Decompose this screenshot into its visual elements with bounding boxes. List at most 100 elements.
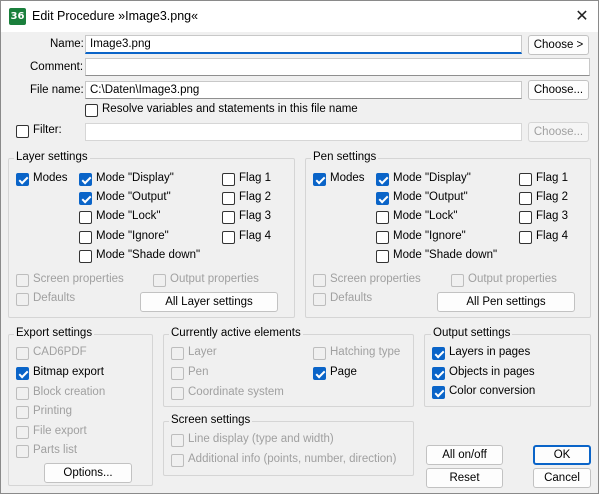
checkbox-box: [171, 387, 184, 400]
close-icon[interactable]: ✕: [571, 5, 593, 27]
checkbox-box: [79, 192, 92, 205]
output-settings-title: Output settings: [431, 327, 513, 339]
checkbox-label: Layer: [188, 346, 217, 358]
checkbox-box: [79, 173, 92, 186]
checkbox-label: Flag 1: [536, 172, 568, 184]
checkbox-box: [16, 445, 29, 458]
title-bar: 36 Edit Procedure »Image3.png« ✕: [1, 1, 598, 32]
checkbox-label: Flag 4: [239, 230, 271, 242]
checkbox-label: Line display (type and width): [188, 433, 334, 445]
checkbox-box: [171, 434, 184, 447]
checkbox-box: [16, 347, 29, 360]
checkbox-label: Additional info (points, number, directi…: [188, 453, 397, 465]
checkbox-box: [79, 250, 92, 263]
all-layer-settings-button[interactable]: All Layer settings: [140, 292, 278, 312]
checkbox-label: Mode "Display": [96, 172, 174, 184]
checkbox-label: Mode "Shade down": [393, 249, 498, 261]
checkbox-box: [313, 347, 326, 360]
checkbox-box: [153, 274, 166, 287]
checkbox-box: [313, 293, 326, 306]
filename-choose-button[interactable]: Choose...: [528, 80, 589, 100]
checkbox-label: File export: [33, 425, 87, 437]
checkbox-box: [171, 367, 184, 380]
options-button[interactable]: Options...: [44, 463, 132, 483]
checkbox-label: Objects in pages: [449, 366, 535, 378]
name-label: Name:: [50, 38, 84, 50]
checkbox-box: [222, 192, 235, 205]
checkbox-box: [85, 104, 98, 117]
checkbox-label: Modes: [330, 172, 365, 184]
checkbox-label: Page: [330, 366, 357, 378]
checkbox-label: Block creation: [33, 386, 106, 398]
checkbox-box: [222, 231, 235, 244]
cancel-button[interactable]: Cancel: [533, 468, 591, 488]
checkbox-box: [16, 125, 29, 138]
checkbox-label: Output properties: [468, 273, 557, 285]
checkbox-box: [376, 211, 389, 224]
checkbox-label: Defaults: [33, 292, 76, 304]
checkbox-label: Output properties: [170, 273, 259, 285]
checkbox-label: Printing: [33, 405, 72, 417]
export-settings-title: Export settings: [14, 327, 95, 339]
checkbox-label: Flag 4: [536, 230, 568, 242]
checkbox-label: Mode "Lock": [393, 210, 458, 222]
name-field[interactable]: Image3.png: [85, 35, 522, 54]
checkbox-label: Defaults: [330, 292, 373, 304]
checkbox-box: [16, 426, 29, 439]
reset-button[interactable]: Reset: [426, 468, 503, 488]
resolve-variables-label: Resolve variables and statements in this…: [102, 103, 358, 115]
active-elements-title: Currently active elements: [169, 327, 303, 339]
checkbox-box: [16, 406, 29, 419]
checkbox-label: Layers in pages: [449, 346, 531, 358]
checkbox-label: Pen: [188, 366, 209, 378]
checkbox-label: Hatching type: [330, 346, 401, 358]
checkbox-label: Modes: [33, 172, 68, 184]
app-icon: 36: [9, 8, 26, 25]
checkbox-box: [432, 367, 445, 380]
checkbox-label: Coordinate system: [188, 386, 284, 398]
checkbox-box: [16, 274, 29, 287]
checkbox-box: [171, 454, 184, 467]
checkbox-label: CAD6PDF: [33, 346, 87, 358]
ok-button[interactable]: OK: [533, 445, 591, 465]
checkbox-box: [519, 192, 532, 205]
checkbox-box: [376, 250, 389, 263]
checkbox-label: Flag 2: [536, 191, 568, 203]
checkbox-label: Color conversion: [449, 385, 536, 397]
checkbox-box: [222, 211, 235, 224]
checkbox-label: Flag 2: [239, 191, 271, 203]
checkbox-box: [313, 173, 326, 186]
all-on-off-button[interactable]: All on/off: [426, 445, 503, 465]
checkbox-label: Mode "Lock": [96, 210, 161, 222]
checkbox-label: Mode "Output": [393, 191, 468, 203]
checkbox-label: Screen properties: [330, 273, 421, 285]
checkbox-box: [222, 173, 235, 186]
name-choose-button[interactable]: Choose >: [528, 35, 589, 55]
filename-field[interactable]: C:\Daten\Image3.png: [85, 81, 522, 99]
checkbox-label: Mode "Display": [393, 172, 471, 184]
checkbox-box: [79, 231, 92, 244]
checkbox-label: Bitmap export: [33, 366, 104, 378]
comment-label: Comment:: [30, 61, 84, 73]
filter-field[interactable]: [85, 123, 522, 141]
screen-settings-title: Screen settings: [169, 414, 253, 426]
checkbox-box: [376, 192, 389, 205]
comment-field[interactable]: [85, 58, 590, 76]
checkbox-label: Mode "Output": [96, 191, 171, 203]
checkbox-label: Mode "Ignore": [96, 230, 169, 242]
pen-settings-title: Pen settings: [311, 151, 379, 163]
filter-choose-button[interactable]: Choose...: [528, 122, 589, 142]
filename-label: File name:: [30, 84, 84, 96]
checkbox-box: [16, 387, 29, 400]
checkbox-box: [376, 231, 389, 244]
checkbox-box: [16, 293, 29, 306]
checkbox-box: [519, 231, 532, 244]
checkbox-box: [313, 367, 326, 380]
screen-settings-group: [163, 421, 414, 476]
checkbox-box: [432, 347, 445, 360]
checkbox-label: Mode "Ignore": [393, 230, 466, 242]
all-pen-settings-button[interactable]: All Pen settings: [437, 292, 575, 312]
checkbox-box: [313, 274, 326, 287]
checkbox-label: Flag 1: [239, 172, 271, 184]
checkbox-box: [171, 347, 184, 360]
